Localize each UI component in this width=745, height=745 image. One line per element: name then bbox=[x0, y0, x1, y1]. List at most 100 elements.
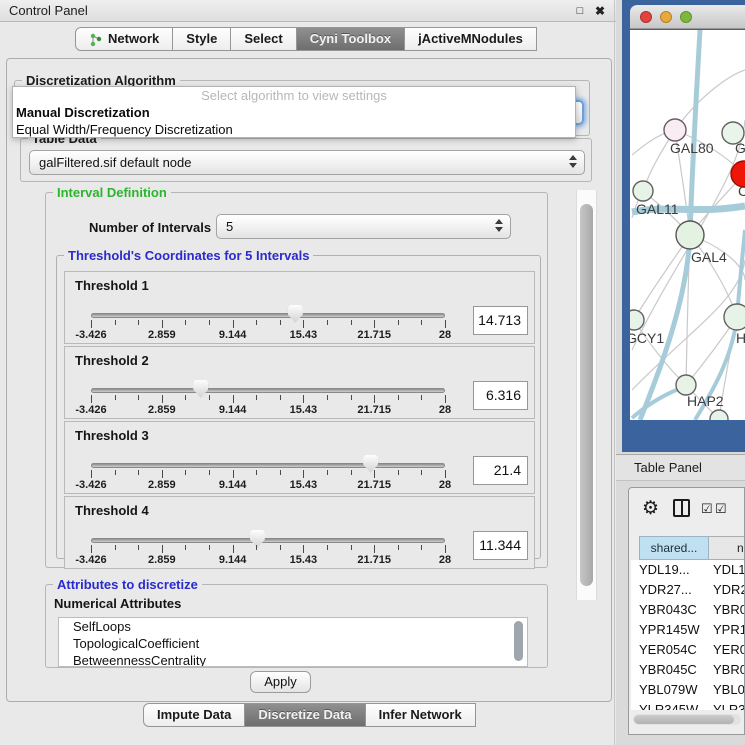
network-node-label: GAL4 bbox=[691, 249, 727, 265]
slider-track[interactable] bbox=[91, 313, 445, 318]
checkbox-icon[interactable]: ☑ bbox=[715, 501, 727, 517]
threshold-row: Threshold 4 -3.4262.8599.14415.4321.7152… bbox=[64, 496, 535, 569]
network-node-label: C bbox=[738, 183, 745, 199]
apply-button[interactable]: Apply bbox=[250, 671, 311, 693]
attributes-group: Attributes to discretize Numerical Attri… bbox=[45, 584, 548, 668]
attributes-scrollbar[interactable] bbox=[514, 620, 525, 664]
tick-label: 9.144 bbox=[219, 479, 247, 491]
table-horizontal-scrollbar-thumb[interactable] bbox=[634, 715, 734, 724]
number-of-intervals-label: Number of Intervals bbox=[89, 220, 211, 235]
close-traffic-light-icon[interactable] bbox=[640, 11, 652, 23]
tick-label: 15.43 bbox=[290, 479, 318, 491]
cell-name: YBR0 bbox=[705, 600, 744, 620]
table-row[interactable]: YBL079W YBL0 bbox=[631, 680, 744, 700]
threshold-value-field[interactable]: 21.4 bbox=[473, 456, 528, 485]
tab-label: jActiveMNodules bbox=[418, 28, 523, 50]
cell-name: YBR0 bbox=[705, 660, 744, 680]
slider-track[interactable] bbox=[91, 538, 445, 543]
control-panel-titlebar: Control Panel □ ✖ bbox=[0, 0, 616, 22]
tick-label: -3.426 bbox=[75, 329, 106, 341]
table-panel-titlebar: Table Panel bbox=[616, 454, 745, 481]
slider-track[interactable] bbox=[91, 463, 445, 468]
tab[interactable]: Cyni Toolbox bbox=[297, 27, 405, 51]
cell-shared-name: YBL079W bbox=[631, 680, 705, 700]
panel-scrollbar[interactable] bbox=[576, 190, 597, 600]
thresholds-group: Threshold's Coordinates for 5 Intervals … bbox=[56, 255, 541, 559]
table-row[interactable]: YBR043C YBR0 bbox=[631, 600, 744, 620]
tab[interactable]: Impute Data bbox=[143, 703, 245, 727]
column-header-name[interactable]: name bbox=[709, 536, 745, 560]
network-canvas[interactable]: GAL80GACGAL11GAL4GCY1HHAP2 bbox=[630, 30, 745, 420]
network-node[interactable] bbox=[710, 410, 728, 420]
cell-name: YDR2 bbox=[705, 580, 744, 600]
tab[interactable]: Select bbox=[231, 27, 296, 51]
attribute-item[interactable]: TopologicalCoefficient bbox=[59, 635, 527, 652]
table-row[interactable]: YDL19... YDL1 bbox=[631, 560, 744, 580]
network-icon bbox=[89, 32, 103, 46]
network-node-label: GA bbox=[735, 140, 745, 156]
popup-item[interactable]: Manual Discretization bbox=[13, 104, 575, 121]
network-graph: GAL80GACGAL11GAL4GCY1HHAP2 bbox=[630, 30, 745, 420]
cell-name: YLR3 bbox=[705, 700, 744, 710]
threshold-value-field[interactable]: 6.316 bbox=[473, 381, 528, 410]
close-icon[interactable]: ✖ bbox=[592, 3, 608, 19]
slider-ticks: -3.4262.8599.14415.4321.71528 bbox=[65, 545, 534, 569]
tab[interactable]: Infer Network bbox=[366, 703, 476, 727]
threshold-value-field[interactable]: 11.344 bbox=[473, 531, 528, 560]
tick-label: 2.859 bbox=[148, 329, 176, 341]
interval-definition-title: Interval Definition bbox=[53, 185, 171, 200]
popup-item[interactable]: Equal Width/Frequency Discretization bbox=[13, 121, 575, 138]
panel-scrollbar-thumb[interactable] bbox=[580, 204, 593, 586]
column-header-shared-name[interactable]: shared... bbox=[639, 536, 709, 560]
table-data-combo[interactable]: galFiltered.sif default node bbox=[29, 150, 585, 175]
table-row[interactable]: YER054C YER0 bbox=[631, 640, 744, 660]
algorithm-popup: Select algorithm to view settings Manual… bbox=[12, 86, 576, 138]
table-row[interactable]: YPR145W YPR1 bbox=[631, 620, 744, 640]
network-node-label: H bbox=[736, 330, 745, 346]
table-row[interactable]: YDR27... YDR2 bbox=[631, 580, 744, 600]
threshold-value-field[interactable]: 14.713 bbox=[473, 306, 528, 335]
attribute-item[interactable]: BetweennessCentrality bbox=[59, 652, 527, 667]
minimize-traffic-light-icon[interactable] bbox=[660, 11, 672, 23]
tick-label: -3.426 bbox=[75, 404, 106, 416]
network-node-label: HAP2 bbox=[687, 393, 724, 409]
tab[interactable]: Discretize Data bbox=[245, 703, 365, 727]
tab[interactable]: jActiveMNodules bbox=[405, 27, 537, 51]
network-node[interactable] bbox=[676, 375, 696, 395]
checkbox-icon[interactable]: ☑ bbox=[701, 501, 713, 517]
attribute-item[interactable]: SelfLoops bbox=[59, 618, 527, 635]
network-node[interactable] bbox=[676, 221, 704, 249]
network-node[interactable] bbox=[664, 119, 686, 141]
tab[interactable]: Network bbox=[75, 27, 173, 51]
threshold-row: Threshold 2 -3.4262.8599.14415.4321.7152… bbox=[64, 346, 535, 419]
network-node[interactable] bbox=[633, 181, 653, 201]
network-node[interactable] bbox=[630, 310, 644, 330]
gear-icon[interactable]: ⚙ bbox=[642, 497, 659, 520]
attributes-scrollbar-thumb[interactable] bbox=[514, 621, 523, 661]
tick-label: 2.859 bbox=[148, 479, 176, 491]
tick-label: 9.144 bbox=[219, 554, 247, 566]
table-row[interactable]: YBR045C YBR0 bbox=[631, 660, 744, 680]
tick-label: 15.43 bbox=[290, 329, 318, 341]
number-of-intervals-value: 5 bbox=[226, 219, 233, 234]
table-data-group: Table Data galFiltered.sif default node bbox=[20, 138, 592, 182]
table-panel-title: Table Panel bbox=[634, 455, 702, 481]
cell-shared-name: YBR045C bbox=[631, 660, 705, 680]
tab-label: Infer Network bbox=[379, 704, 462, 726]
zoom-traffic-light-icon[interactable] bbox=[680, 11, 692, 23]
column-layout-icon[interactable] bbox=[673, 499, 690, 517]
tab[interactable]: Style bbox=[173, 27, 231, 51]
slider-track[interactable] bbox=[91, 388, 445, 393]
cell-name: YER0 bbox=[705, 640, 744, 660]
cell-name: YDL1 bbox=[705, 560, 744, 580]
network-window-titlebar bbox=[630, 5, 745, 29]
tick-label: 28 bbox=[439, 479, 451, 491]
top-tab-bar: Network Style Select Cyni Toolbox jActiv… bbox=[75, 27, 537, 51]
table-row[interactable]: YLR345W YLR3 bbox=[631, 700, 744, 710]
network-node[interactable] bbox=[724, 304, 745, 330]
tick-label: 21.715 bbox=[357, 329, 391, 341]
number-of-intervals-combo[interactable]: 5 bbox=[216, 214, 511, 239]
cell-shared-name: YDL19... bbox=[631, 560, 705, 580]
table-horizontal-scrollbar[interactable] bbox=[633, 714, 741, 725]
float-window-icon[interactable]: □ bbox=[572, 3, 588, 19]
